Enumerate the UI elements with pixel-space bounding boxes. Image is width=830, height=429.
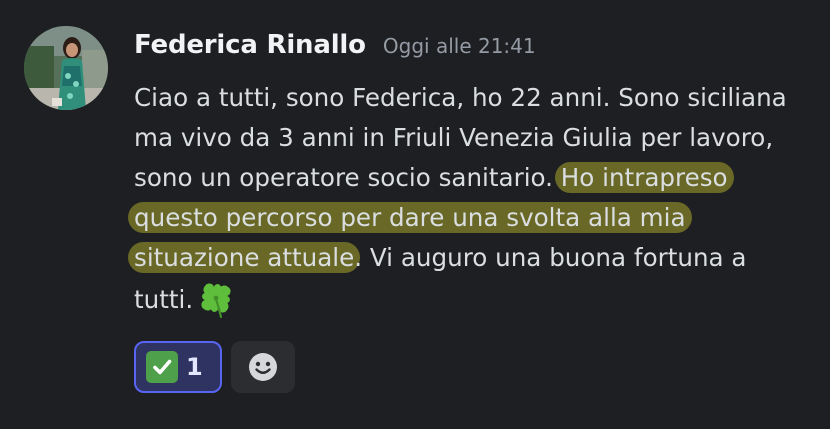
user-avatar[interactable] <box>24 26 108 110</box>
chat-message: Federica Rinallo Oggi alle 21:41 Ciao a … <box>0 0 830 429</box>
highlighted-text: Ho intrapreso <box>554 162 734 193</box>
message-content: Ciao a tutti, sono Federica, ho 22 anni.… <box>128 78 824 320</box>
smiley-icon <box>249 353 277 381</box>
add-reaction-button[interactable] <box>231 341 295 393</box>
message-text: sono un operatore socio sanitario. <box>134 163 561 192</box>
avatar-photo <box>24 26 108 110</box>
highlighted-text: questo percorso per dare una svolta alla… <box>128 202 692 233</box>
message-line: questo percorso per dare una svolta alla… <box>128 198 824 238</box>
message-line: Ciao a tutti, sono Federica, ho 22 anni.… <box>134 83 787 112</box>
reaction-check[interactable]: 1 <box>134 341 222 393</box>
message-text: . Vi auguro una buona fortuna a <box>354 243 747 272</box>
highlighted-text: situazione attuale <box>128 242 361 273</box>
reactions-bar: 1 <box>134 341 295 393</box>
message-text: tutti. <box>134 285 194 314</box>
four-leaf-clover-icon <box>201 283 231 319</box>
message-header: Federica Rinallo Oggi alle 21:41 <box>134 30 536 60</box>
timestamp[interactable]: Oggi alle 21:41 <box>383 34 536 58</box>
reaction-count: 1 <box>186 353 203 381</box>
message-line: situazione attuale. Vi auguro una buona … <box>128 238 824 278</box>
username[interactable]: Federica Rinallo <box>134 30 366 60</box>
message-line: sono un operatore socio sanitario. Ho in… <box>134 158 824 198</box>
message-line: tutti. <box>134 278 824 320</box>
white-check-mark-icon <box>146 351 178 383</box>
message-line: ma vivo da 3 anni in Friuli Venezia Giul… <box>134 123 774 152</box>
